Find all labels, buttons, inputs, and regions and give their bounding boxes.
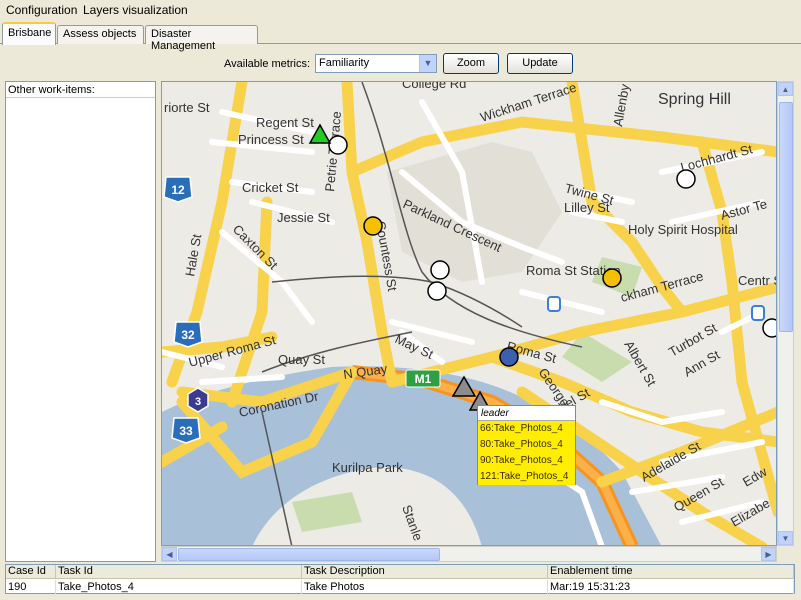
tab-assess-objects[interactable]: Assess objects — [57, 25, 144, 44]
route-shield-3: 3 — [187, 387, 209, 413]
cell-enablement-time[interactable]: Mar:19 15:31:23 — [548, 580, 794, 594]
menu-bar: Configuration Layers visualization — [0, 0, 801, 20]
menu-layers-visualization[interactable]: Layers visualization — [83, 3, 188, 17]
scroll-right-icon[interactable]: ▶ — [761, 547, 776, 561]
label-lilley-st: Lilley St — [564, 200, 610, 215]
map-vertical-scrollbar[interactable]: ▲ ▼ — [777, 81, 794, 546]
marker-yellow-circle[interactable] — [363, 216, 383, 236]
label-quay-st: Quay St — [278, 352, 325, 367]
popup-header: leader — [478, 406, 575, 421]
label-holy-spirit: Holy Spirit Hospital — [628, 222, 738, 237]
marker-white-circle[interactable] — [328, 135, 348, 155]
route-shield-32: 32 — [173, 321, 203, 348]
cell-case-id[interactable]: 190 — [6, 580, 56, 594]
scroll-down-icon[interactable]: ▼ — [778, 531, 793, 545]
column-header-enablement-time[interactable]: Enablement time — [548, 565, 794, 579]
label-regent-st: Regent St — [256, 115, 314, 130]
popup-row[interactable]: 80:Take_Photos_4 — [478, 437, 575, 453]
metrics-select[interactable]: Familiarity ▼ — [315, 54, 437, 73]
column-header-task-id[interactable]: Task Id — [56, 565, 302, 579]
label-spring-hill: Spring Hill — [658, 91, 731, 108]
shield-3-text: 3 — [195, 396, 201, 408]
train-icon-roma — [547, 296, 561, 312]
menu-configuration[interactable]: Configuration — [6, 3, 77, 17]
shield-33-text: 33 — [179, 424, 193, 438]
label-cricket-st: Cricket St — [242, 180, 299, 195]
other-work-items-panel[interactable]: Other work-items: — [5, 81, 156, 562]
marker-blue-circle[interactable] — [499, 347, 519, 367]
scroll-up-icon[interactable]: ▲ — [778, 82, 793, 96]
train-icon-central — [751, 305, 765, 321]
shield-32-text: 32 — [181, 328, 195, 342]
column-header-case-id[interactable]: Case Id — [6, 565, 56, 579]
cell-task-description[interactable]: Take Photos — [302, 580, 548, 594]
marker-white-circle[interactable] — [427, 281, 447, 301]
cell-task-id[interactable]: Take_Photos_4 — [56, 580, 302, 594]
marker-yellow-circle[interactable] — [602, 268, 622, 288]
map-canvas[interactable]: 12 32 33 3 M1 Spring Hill Wickham Terrac… — [162, 82, 777, 546]
metrics-select-value: Familiarity — [319, 57, 370, 69]
marker-white-circle[interactable] — [762, 318, 777, 338]
update-button[interactable]: Update — [507, 53, 573, 74]
scroll-left-icon[interactable]: ◀ — [162, 547, 177, 561]
route-shield-33: 33 — [171, 417, 201, 444]
label-college-rd: College Rd — [402, 82, 466, 91]
column-header-task-description[interactable]: Task Description — [302, 565, 548, 579]
popup-row[interactable]: 66:Take_Photos_4 — [478, 421, 575, 437]
tab-brisbane[interactable]: Brisbane — [2, 22, 56, 45]
other-work-items-header: Other work-items: — [6, 82, 155, 98]
label-jessie-st: Jessie St — [277, 210, 330, 225]
label-kurilpa-park: Kurilpa Park — [332, 460, 403, 475]
marker-white-circle[interactable] — [430, 260, 450, 280]
route-shield-12: 12 — [163, 176, 193, 203]
map-horizontal-scrollbar[interactable]: ◀ ▶ — [161, 546, 777, 562]
label-central-station: Centr Statio — [738, 273, 777, 288]
chevron-down-icon[interactable]: ▼ — [419, 55, 436, 72]
tab-disaster-management[interactable]: Disaster Management — [145, 25, 258, 52]
shield-12-text: 12 — [171, 183, 185, 197]
marker-white-circle[interactable] — [676, 169, 696, 189]
map-view[interactable]: 12 32 33 3 M1 Spring Hill Wickham Terrac… — [161, 81, 777, 546]
horizontal-scroll-thumb[interactable] — [178, 548, 440, 561]
popup-row[interactable]: 90:Take_Photos_4 — [478, 453, 575, 469]
route-shield-m1: M1 — [405, 369, 441, 388]
leader-popup[interactable]: leader 66:Take_Photos_4 80:Take_Photos_4… — [477, 405, 576, 485]
metrics-label: Available metrics: — [224, 58, 310, 70]
label-princess-st: Princess St — [238, 132, 304, 147]
popup-row[interactable]: 121:Take_Photos_4 — [478, 469, 575, 485]
work-item-table[interactable]: Case Id Task Id Task Description Enablem… — [5, 564, 795, 594]
zoom-button[interactable]: Zoom — [443, 53, 499, 74]
label-riorte-st: riorte St — [164, 100, 210, 115]
vertical-scroll-thumb[interactable] — [779, 102, 793, 332]
m1-text: M1 — [415, 372, 432, 386]
tab-strip: Brisbane Assess objects Disaster Managem… — [0, 22, 801, 52]
